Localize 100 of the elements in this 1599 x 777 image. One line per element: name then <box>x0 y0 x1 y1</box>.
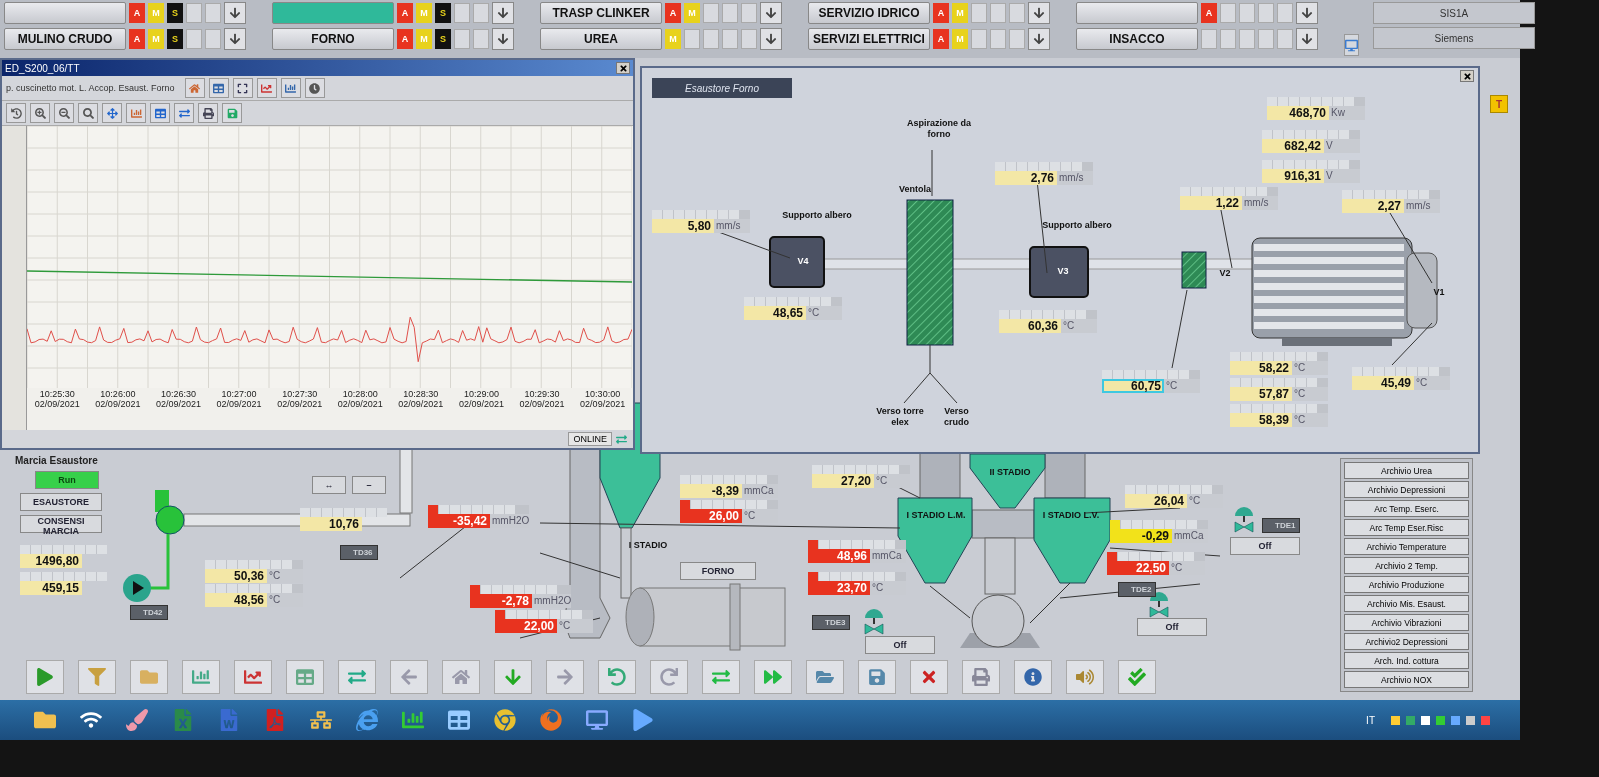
area-button[interactable]: INSACCO <box>1076 28 1198 50</box>
value-display: 26,00 <box>680 509 742 523</box>
device-tag[interactable]: TDE3 <box>812 615 851 630</box>
down-arrow-button[interactable] <box>224 28 246 50</box>
close-button[interactable] <box>1460 70 1474 82</box>
area-button[interactable]: TRASP CLINKER <box>540 2 662 24</box>
status-indicator: A <box>665 3 681 23</box>
archive-button[interactable]: Archivio Temperature <box>1344 538 1469 555</box>
empty-indicator-slot <box>703 29 719 49</box>
control-button[interactable]: ESAUSTORE <box>20 493 102 511</box>
toolbar-button[interactable] <box>234 660 272 694</box>
control-button[interactable]: – <box>352 476 386 494</box>
down-arrow-icon <box>229 7 241 19</box>
down-arrow-button[interactable] <box>492 2 514 24</box>
spreadsheet-icon <box>172 709 194 731</box>
status-indicator: S <box>167 29 183 49</box>
area-button[interactable] <box>1076 2 1198 24</box>
down-arrow-button[interactable] <box>492 28 514 50</box>
control-button[interactable]: FORNO <box>680 562 756 580</box>
toolbar-button[interactable] <box>6 103 26 123</box>
down-arrow-button[interactable] <box>760 2 782 24</box>
area-button[interactable]: SERVIZI ELETTRICI <box>808 28 930 50</box>
valve-icon[interactable] <box>1149 592 1169 618</box>
down-arrow-button[interactable] <box>760 28 782 50</box>
axis-time-label: 10:25:30 <box>39 389 75 399</box>
sensor-label: V2 <box>1218 268 1232 279</box>
control-button[interactable]: Off <box>1137 618 1207 636</box>
archive-button[interactable]: Arc Temp. Eserc. <box>1344 500 1469 517</box>
toolbar-button[interactable] <box>150 103 170 123</box>
device-tag[interactable]: TD42 <box>130 605 168 620</box>
device-tag[interactable]: TD36 <box>340 545 378 560</box>
value-display: 26,04 <box>1125 494 1187 508</box>
device-tag[interactable]: TDE2 <box>1118 582 1157 597</box>
value-display: -8,39 <box>680 484 742 498</box>
toolbar-button[interactable] <box>280 78 301 98</box>
control-button[interactable]: Off <box>865 636 935 654</box>
toolbar-button[interactable] <box>78 103 98 123</box>
valve-icon[interactable] <box>1234 507 1254 533</box>
toolbar-button[interactable] <box>232 78 253 98</box>
device-tag[interactable]: TDE1 <box>1262 518 1301 533</box>
archive-button[interactable]: Arch. Ind. cottura <box>1344 652 1469 669</box>
empty-indicator-slot <box>1239 29 1255 49</box>
coupling-drawing <box>1181 251 1207 289</box>
language-indicator[interactable]: IT <box>1366 714 1375 726</box>
toolbar-button[interactable] <box>30 103 50 123</box>
status-indicator: M <box>148 29 164 49</box>
control-button[interactable]: Off <box>1230 537 1300 555</box>
toolbar-button[interactable] <box>54 103 74 123</box>
down-arrow-button[interactable] <box>1028 28 1050 50</box>
swap-icon <box>178 107 190 119</box>
archive-button[interactable]: Archivio Depressioni <box>1344 481 1469 498</box>
toolbar-button[interactable] <box>198 103 218 123</box>
toolbar-button[interactable] <box>174 103 194 123</box>
control-button[interactable]: ↔ <box>312 476 346 494</box>
archive-button[interactable]: Archivio NOX <box>1344 671 1469 688</box>
area-button[interactable] <box>4 2 126 24</box>
remote-desktop-icon <box>586 709 608 731</box>
run-status-button[interactable]: Run <box>35 471 99 489</box>
monitor-button[interactable] <box>1344 34 1359 56</box>
area-button[interactable]: UREA <box>540 28 662 50</box>
close-button[interactable] <box>616 62 630 74</box>
toolbar-button[interactable] <box>304 78 325 98</box>
toolbar-button[interactable] <box>208 78 229 98</box>
archive-button[interactable]: Archivio Vibrazioni <box>1344 614 1469 631</box>
toolbar-button[interactable] <box>1014 660 1052 694</box>
toolbar-button[interactable] <box>102 103 122 123</box>
archive-button[interactable]: Archivio Urea <box>1344 462 1469 479</box>
zoom-out-icon <box>58 107 70 119</box>
archive-button[interactable]: Archivio2 Depressioni <box>1344 633 1469 650</box>
control-button[interactable]: CONSENSI MARCIA <box>20 515 102 533</box>
area-button[interactable]: MULINO CRUDO <box>4 28 126 50</box>
zoom-in-icon <box>34 107 46 119</box>
system-tray-icon[interactable] <box>1391 715 1490 725</box>
empty-indicator-slot <box>741 29 757 49</box>
side-button[interactable]: T <box>1490 95 1508 113</box>
down-arrow-button[interactable] <box>224 2 246 24</box>
diagram-label: Supporto albero <box>1042 220 1112 231</box>
archive-button[interactable]: Archivio 2 Temp. <box>1344 557 1469 574</box>
archive-button[interactable]: Archivio Produzione <box>1344 576 1469 593</box>
down-arrow-button[interactable] <box>1296 2 1318 24</box>
down-arrow-button[interactable] <box>1296 28 1318 50</box>
pdf-icon <box>264 709 286 731</box>
archive-button[interactable]: Arc Temp Eser.Risc <box>1344 519 1469 536</box>
status-indicator: M <box>684 3 700 23</box>
archive-button[interactable]: Archivio Mis. Esaust. <box>1344 595 1469 612</box>
empty-indicator-slot <box>454 29 470 49</box>
toolbar-button[interactable] <box>256 78 277 98</box>
diagram-label: Verso crudo <box>943 406 970 428</box>
sensor-label: V4 <box>796 256 810 267</box>
toolbar-button[interactable] <box>910 660 948 694</box>
valve-icon[interactable] <box>864 609 884 635</box>
status-indicator: S <box>167 3 183 23</box>
axis-date-label: 02/09/2021 <box>216 399 262 409</box>
area-button[interactable]: SERVIZIO IDRICO <box>808 2 930 24</box>
down-arrow-button[interactable] <box>1028 2 1050 24</box>
pump-line <box>150 534 170 590</box>
down-arrow-icon <box>229 33 241 45</box>
home-icon <box>189 82 201 94</box>
area-button[interactable]: FORNO <box>272 28 394 50</box>
folder-icon <box>34 709 56 731</box>
